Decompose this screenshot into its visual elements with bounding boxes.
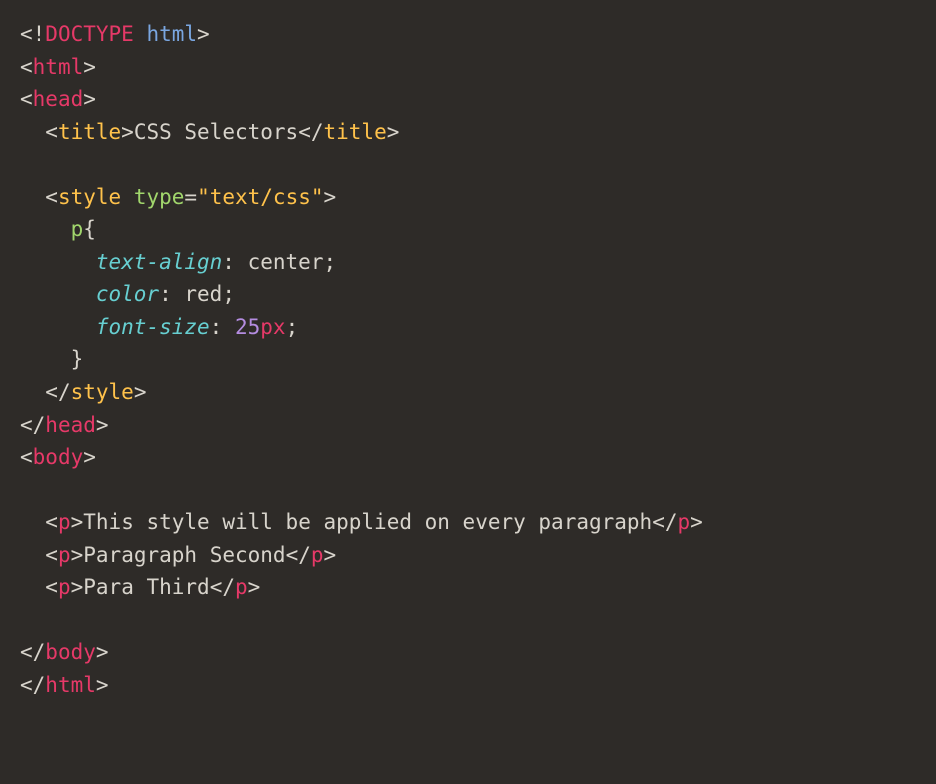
code-line: <title>CSS Selectors</title> <box>20 120 399 144</box>
code-line: font-size: 25px; <box>20 315 298 339</box>
code-line: <head> <box>20 87 96 111</box>
code-line: text-align: center; <box>20 250 336 274</box>
code-line: p{ <box>20 217 96 241</box>
code-line: </head> <box>20 413 109 437</box>
code-line: <style type="text/css"> <box>20 185 336 209</box>
code-line: <p>Paragraph Second</p> <box>20 543 336 567</box>
code-editor[interactable]: <!DOCTYPE html> <html> <head> <title>CSS… <box>20 18 916 701</box>
code-line: <body> <box>20 445 96 469</box>
code-line: <p>Para Third</p> <box>20 575 260 599</box>
code-line: </body> <box>20 640 109 664</box>
code-line: <p>This style will be applied on every p… <box>20 510 703 534</box>
code-line: } <box>20 347 83 371</box>
code-line: </html> <box>20 673 109 697</box>
code-line: <!DOCTYPE html> <box>20 22 210 46</box>
code-line: </style> <box>20 380 146 404</box>
code-line: <html> <box>20 55 96 79</box>
code-line: color: red; <box>20 282 235 306</box>
